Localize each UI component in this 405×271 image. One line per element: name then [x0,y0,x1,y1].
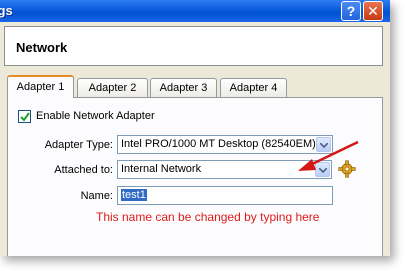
close-icon: ✕ [367,3,379,19]
name-label: Name: [80,190,113,202]
adapter-type-value: Intel PRO/1000 MT Desktop (82540EM) [121,138,316,150]
section-header: Network [4,26,383,66]
attached-to-label: Attached to: [54,164,113,176]
tab-adapter-3[interactable]: Adapter 3 [150,78,217,97]
enable-adapter-label[interactable]: Enable Network Adapter [36,110,155,122]
title-bar: ings ? ✕ [0,0,390,22]
check-icon [20,112,30,122]
network-name-input[interactable]: test1 [117,186,333,205]
annotation-text: This name can be changed by typing here [96,210,320,224]
tab-adapter-4[interactable]: Adapter 4 [220,78,287,97]
tab-adapter-2[interactable]: Adapter 2 [77,78,148,97]
enable-adapter-checkbox[interactable] [18,110,31,123]
close-button[interactable]: ✕ [363,1,383,21]
adapter-type-label: Adapter Type: [44,139,113,151]
tab-adapter-1[interactable]: Adapter 1 [7,75,74,98]
settings-window: ings ? ✕ Network Adapter 1 Adapter 2 Ada… [0,0,390,256]
help-button[interactable]: ? [341,1,361,21]
attached-to-value: Internal Network [121,163,202,175]
network-name-value: test1 [121,189,147,201]
window-title: ings [0,3,13,18]
section-title: Network [16,40,68,55]
red-arrow-icon [298,140,359,171]
help-icon: ? [346,3,356,19]
